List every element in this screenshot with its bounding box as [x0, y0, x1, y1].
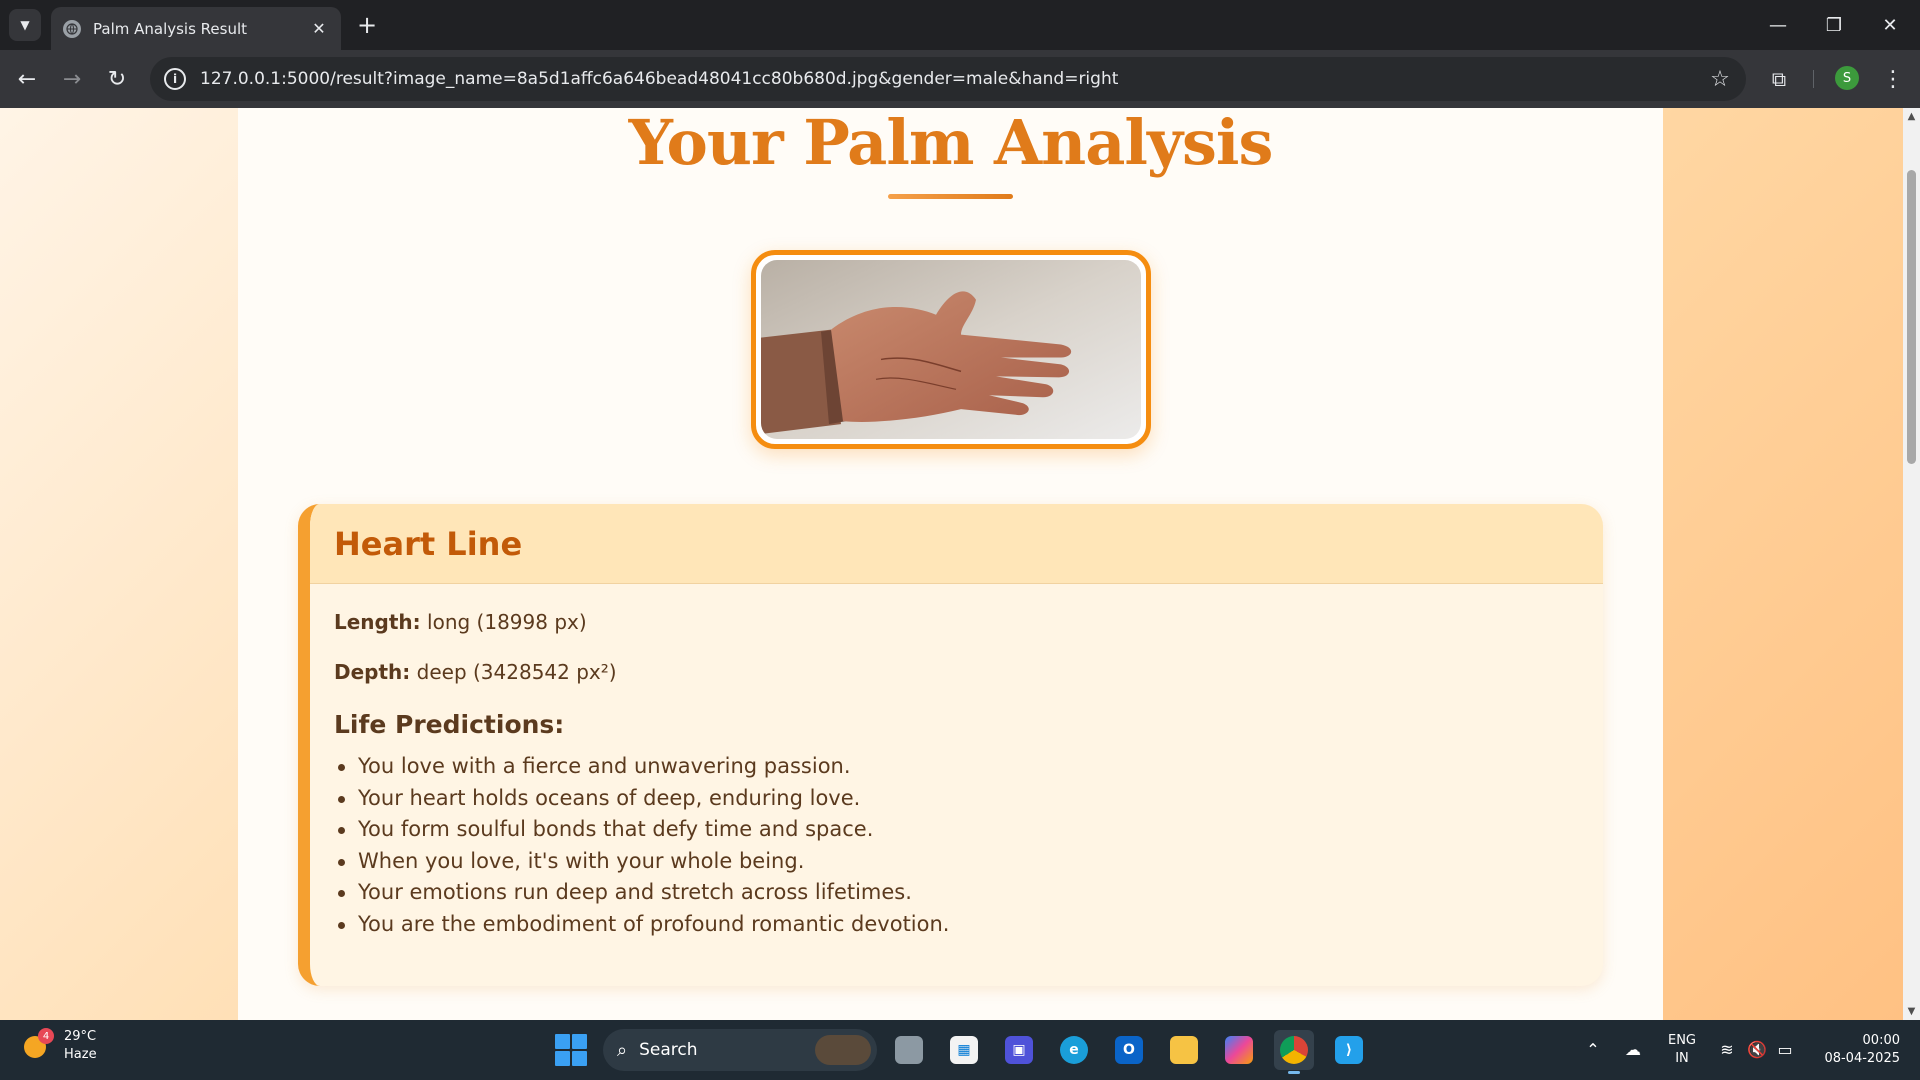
tab-title: Palm Analysis Result	[93, 19, 248, 38]
back-arrow-icon[interactable]: ←	[10, 62, 44, 96]
region-code: IN	[1675, 1051, 1689, 1066]
heart-line-card: Heart Line Length: long (18998 px) Depth…	[298, 504, 1603, 986]
weather-widget[interactable]: 4 29°C Haze	[20, 1028, 97, 1064]
reload-icon[interactable]: ↻	[100, 62, 134, 96]
teams-meet-icon[interactable]: ▣	[999, 1030, 1039, 1070]
taskbar-search[interactable]: ⌕ Search	[603, 1029, 877, 1071]
depth-label: Depth:	[334, 660, 411, 684]
task-view-icon[interactable]	[889, 1030, 929, 1070]
microsoft-store-icon[interactable]: ▦	[944, 1030, 984, 1070]
clock-time: 00:00	[1862, 1033, 1900, 1048]
prediction-item: Your heart holds oceans of deep, endurin…	[334, 783, 1579, 815]
search-highlight-image	[815, 1035, 871, 1065]
prediction-item: Your emotions run deep and stretch acros…	[334, 877, 1579, 909]
edge-browser-icon[interactable]: e	[1054, 1030, 1094, 1070]
notification-badge: 4	[38, 1028, 54, 1044]
chevron-down-icon: ▼	[20, 18, 30, 32]
restore-icon[interactable]: ❐	[1814, 8, 1854, 42]
extensions-puzzle-icon[interactable]: ⧉	[1764, 64, 1794, 94]
scroll-up-arrow-icon[interactable]: ▲	[1903, 108, 1920, 125]
toolbar-divider	[1813, 70, 1814, 88]
weather-condition: Haze	[64, 1047, 97, 1062]
prediction-item: You love with a fierce and unwavering pa…	[334, 751, 1579, 783]
system-clock[interactable]: 00:00 08-04-2025	[1815, 1032, 1900, 1068]
depth-stat: Depth: deep (3428542 px²)	[334, 660, 1579, 684]
palm-image-frame	[751, 250, 1151, 449]
prediction-item: When you love, it's with your whole bein…	[334, 846, 1579, 878]
predictions-list: You love with a fierce and unwavering pa…	[334, 751, 1579, 940]
prediction-item: You are the embodiment of profound roman…	[334, 909, 1579, 941]
card-body: Length: long (18998 px) Depth: deep (342…	[310, 584, 1603, 940]
card-title: Heart Line	[334, 524, 523, 563]
profile-avatar[interactable]: S	[1835, 66, 1859, 90]
card-header: Heart Line	[310, 504, 1603, 584]
clock-date: 08-04-2025	[1824, 1051, 1900, 1066]
length-stat: Length: long (18998 px)	[334, 610, 1579, 634]
globe-icon	[63, 19, 81, 38]
outlook-icon[interactable]: O	[1109, 1030, 1149, 1070]
chevron-up-icon[interactable]: ⌃	[1580, 1034, 1606, 1064]
tab-search-button[interactable]: ▼	[9, 9, 41, 41]
windows-start-icon[interactable]	[555, 1034, 587, 1066]
temperature: 29°C	[64, 1029, 97, 1044]
palm-photo	[761, 260, 1141, 439]
result-container: Your Palm Analysis Heart Line Length: lo…	[238, 108, 1663, 1020]
onedrive-cloud-icon[interactable]: ☁	[1620, 1034, 1646, 1064]
site-info-icon[interactable]: i	[164, 68, 186, 90]
search-label: Search	[639, 1040, 698, 1060]
wifi-icon[interactable]: ≋	[1714, 1034, 1740, 1064]
forward-arrow-icon[interactable]: →	[55, 62, 89, 96]
new-tab-button[interactable]: +	[352, 10, 382, 40]
language-code: ENG	[1667, 1033, 1696, 1048]
close-window-icon[interactable]: ✕	[1870, 8, 1910, 42]
vscode-icon[interactable]: ⟩	[1329, 1030, 1369, 1070]
length-value: long (18998 px)	[420, 610, 587, 634]
more-menu-icon[interactable]: ⋮	[1878, 64, 1908, 94]
vertical-scrollbar[interactable]: ▲ ▼	[1903, 108, 1920, 1020]
page-viewport: Your Palm Analysis Heart Line Length: lo…	[0, 108, 1903, 1020]
battery-icon[interactable]: ▭	[1772, 1034, 1798, 1064]
depth-value: deep (3428542 px²)	[410, 660, 617, 684]
predictions-heading: Life Predictions:	[334, 710, 565, 739]
scroll-down-arrow-icon[interactable]: ▼	[1903, 1003, 1920, 1020]
browser-toolbar: ← → ↻ i 127.0.0.1:5000/result?image_name…	[0, 50, 1920, 108]
page-title: Your Palm Analysis	[628, 108, 1274, 179]
url-text[interactable]: 127.0.0.1:5000/result?image_name=8a5d1af…	[200, 69, 1700, 89]
copilot-icon[interactable]	[1219, 1030, 1259, 1070]
file-explorer-icon[interactable]	[1164, 1030, 1204, 1070]
windows-taskbar: 4 29°C Haze ⌕ Search ▦ ▣ e O ⟩ ⌃ ☁ ENG I…	[0, 1020, 1920, 1080]
chrome-icon[interactable]	[1274, 1030, 1314, 1074]
weather-sun-icon: 4	[20, 1028, 54, 1062]
address-bar[interactable]: i 127.0.0.1:5000/result?image_name=8a5d1…	[150, 57, 1746, 101]
prediction-item: You form soulful bonds that defy time an…	[334, 814, 1579, 846]
search-icon: ⌕	[617, 1039, 628, 1061]
close-tab-icon[interactable]: ✕	[309, 19, 329, 38]
bookmark-star-icon[interactable]: ☆	[1700, 67, 1740, 92]
browser-tab-strip: ▼ Palm Analysis Result ✕ + — ❐ ✕	[0, 0, 1920, 50]
length-label: Length:	[334, 610, 421, 634]
speaker-muted-icon[interactable]: 🔇	[1744, 1034, 1770, 1064]
scroll-thumb[interactable]	[1907, 170, 1916, 464]
language-indicator[interactable]: ENG IN	[1665, 1032, 1699, 1068]
browser-tab[interactable]: Palm Analysis Result ✕	[51, 7, 341, 50]
title-underline	[888, 194, 1013, 199]
minimize-icon[interactable]: —	[1758, 8, 1798, 42]
